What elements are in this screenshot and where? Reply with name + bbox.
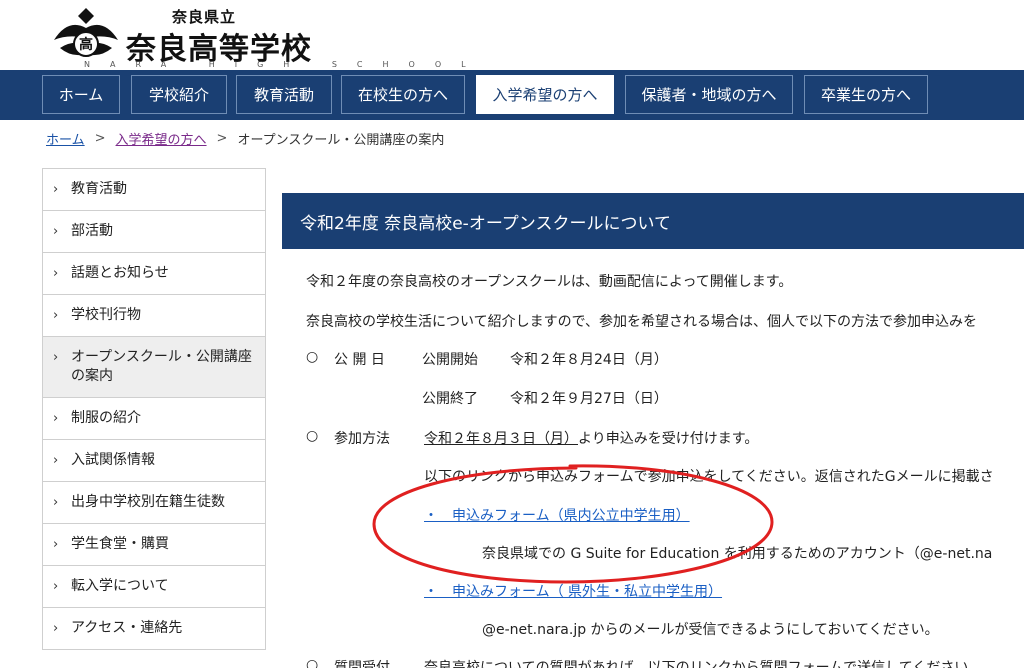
sidebar-item-enrollment-stats[interactable]: › 出身中学校別在籍生徒数	[43, 482, 265, 524]
breadcrumb-separator: >	[94, 130, 106, 146]
nav-item-alumni[interactable]: 卒業生の方へ	[804, 75, 928, 114]
breadcrumb-separator: >	[216, 130, 228, 146]
sidebar-item-open-school[interactable]: › オープンスクール・公開講座の案内	[43, 337, 265, 398]
open-end-label: 公開終了	[422, 391, 478, 407]
apply-start-line: 令和２年８月３日（月）より申込みを受け付けます。	[424, 428, 758, 448]
school-roman-name: NARA HIGH SCHOOL	[84, 60, 486, 69]
form1-account-note: 奈良県域での G Suite for Education を利用するためのアカウ…	[482, 546, 993, 562]
chevron-right-icon: ›	[53, 182, 59, 197]
form-link-out-of-prefecture[interactable]: ・ 申込みフォーム（ 県外生・私立中学生用）	[424, 581, 722, 601]
apply-description: 以下のリンクから申込みフォームで参加申込をしてください。返信されたGメールに掲載…	[424, 469, 994, 485]
nav-item-applicants[interactable]: 入学希望の方へ	[476, 75, 614, 114]
sidebar-item-clubs[interactable]: › 部活動	[43, 211, 265, 253]
chevron-right-icon: ›	[53, 579, 59, 594]
nav-item-home[interactable]: ホーム	[42, 75, 120, 114]
form-link-in-prefecture[interactable]: ・ 申込みフォーム（県内公立中学生用）	[424, 505, 690, 525]
chevron-right-icon: ›	[53, 411, 59, 426]
site-header: 高 奈良県立 奈良高等学校 NARA HIGH SCHOOL	[0, 0, 1024, 70]
sidebar-item-transfer[interactable]: › 転入学について	[43, 566, 265, 608]
school-emblem-icon: 高	[54, 8, 118, 57]
apply-start-suffix: より申込みを受け付けます。	[578, 431, 759, 447]
open-date-label: 公 開 日	[334, 352, 385, 368]
intro-paragraph-2: 奈良高校の学校生活について紹介しますので、参加を希望される場合は、個人で以下の方…	[306, 314, 978, 330]
sidebar-item-publications[interactable]: › 学校刊行物	[43, 295, 265, 337]
chevron-right-icon: ›	[53, 308, 59, 323]
open-start-date: 令和２年８月24日（月）	[510, 352, 668, 368]
chevron-right-icon: ›	[53, 350, 59, 365]
chevron-right-icon: ›	[53, 266, 59, 281]
apply-method-label: 参加方法	[334, 431, 390, 447]
sidebar-item-news[interactable]: › 話題とお知らせ	[43, 253, 265, 295]
nav-item-education[interactable]: 教育活動	[236, 75, 332, 114]
chevron-right-icon: ›	[53, 453, 59, 468]
nav-item-students[interactable]: 在校生の方へ	[341, 75, 465, 114]
question-text: 奈良高校についての質問があれば、以下のリンクから質問フォームで送信してください	[424, 660, 969, 668]
breadcrumb-home-link[interactable]: ホーム	[46, 129, 85, 148]
nav-item-parents[interactable]: 保護者・地域の方へ	[625, 75, 793, 114]
breadcrumb-current: オープンスクール・公開講座の案内	[237, 132, 445, 148]
sidebar-item-education[interactable]: › 教育活動	[43, 169, 265, 211]
intro-paragraph-1: 令和２年度の奈良高校のオープンスクールは、動画配信によって開催します。	[306, 274, 793, 290]
sidebar-item-entrance-exam[interactable]: › 入試関係情報	[43, 440, 265, 482]
question-label: 質問受付	[334, 660, 390, 668]
breadcrumb: ホーム > 入学希望の方へ > オープンスクール・公開講座の案内	[46, 128, 444, 148]
bullet-circle: ○	[306, 428, 319, 444]
main-content: 令和2年度 奈良高校e-オープンスクールについて 令和２年度の奈良高校のオープン…	[282, 193, 1024, 668]
form2-mail-note: @e-net.nara.jp からのメールが受信できるようにしておいてください。	[482, 622, 939, 638]
emblem-char: 高	[79, 36, 93, 53]
open-start-label: 公開開始	[422, 352, 478, 368]
sidebar-item-access[interactable]: › アクセス・連絡先	[43, 608, 265, 650]
apply-start-date: 令和２年８月３日（月）	[424, 431, 578, 447]
sidebar-item-cafeteria[interactable]: › 学生食堂・購買	[43, 524, 265, 566]
bullet-circle: ○	[306, 657, 319, 668]
sidebar-item-uniform[interactable]: › 制服の紹介	[43, 398, 265, 440]
open-end-date: 令和２年９月27日（日）	[510, 391, 668, 407]
article-title: 令和2年度 奈良高校e-オープンスクールについて	[282, 193, 1024, 249]
breadcrumb-parent-link[interactable]: 入学希望の方へ	[116, 129, 207, 148]
chevron-right-icon: ›	[53, 495, 59, 510]
school-logo[interactable]: 高 奈良県立 奈良高等学校 NARA HIGH SCHOOL	[44, 2, 466, 69]
nav-item-about[interactable]: 学校紹介	[131, 75, 227, 114]
chevron-right-icon: ›	[53, 224, 59, 239]
global-nav: ホーム 学校紹介 教育活動 在校生の方へ 入学希望の方へ 保護者・地域の方へ 卒…	[0, 70, 1024, 120]
bullet-circle: ○	[306, 349, 319, 365]
chevron-right-icon: ›	[53, 537, 59, 552]
sidebar-menu: › 教育活動 › 部活動 › 話題とお知らせ › 学校刊行物 › オープンスクール・公開講…	[42, 168, 266, 650]
chevron-right-icon: ›	[53, 621, 59, 636]
